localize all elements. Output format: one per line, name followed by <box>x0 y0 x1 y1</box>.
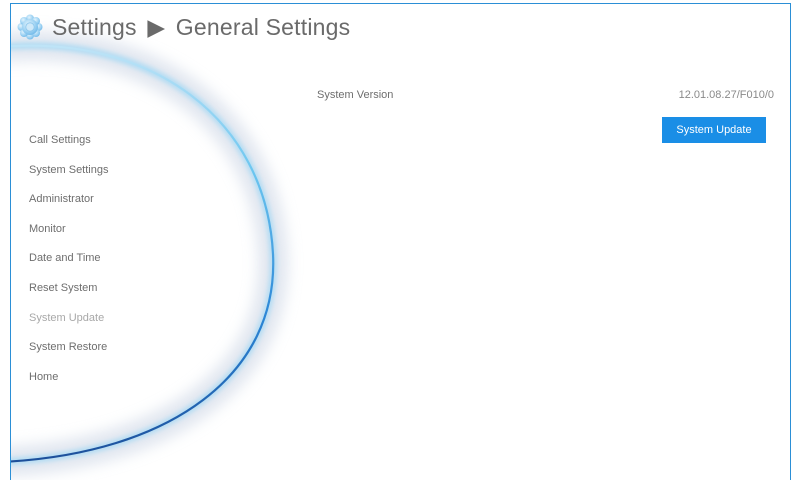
sidebar-item-home[interactable]: Home <box>29 363 108 393</box>
sidebar-item-system-update[interactable]: System Update <box>29 304 108 334</box>
page-title: Settings ▶ General Settings <box>52 14 350 41</box>
sidebar-item-monitor[interactable]: Monitor <box>29 215 108 245</box>
system-version-value: 12.01.08.27/F010/0 <box>678 89 774 101</box>
sidebar-item-reset-system[interactable]: Reset System <box>29 274 108 304</box>
sidebar-item-system-settings[interactable]: System Settings <box>29 156 108 186</box>
breadcrumb-separator-icon: ▶ <box>147 13 166 40</box>
breadcrumb-general-settings: General Settings <box>175 13 351 40</box>
breadcrumb-settings[interactable]: Settings <box>52 14 137 40</box>
sidebar-menu: Call Settings System Settings Administra… <box>29 126 108 392</box>
gear-flower-icon <box>17 14 43 40</box>
app-window: Settings ▶ General Settings Call Setting… <box>10 3 791 480</box>
sidebar-item-date-and-time[interactable]: Date and Time <box>29 244 108 274</box>
page-header: Settings ▶ General Settings <box>17 7 350 47</box>
decorative-arc <box>11 30 289 477</box>
system-update-button[interactable]: System Update <box>662 117 766 143</box>
sidebar-item-call-settings[interactable]: Call Settings <box>29 126 108 156</box>
sidebar-item-administrator[interactable]: Administrator <box>29 185 108 215</box>
sidebar-item-system-restore[interactable]: System Restore <box>29 333 108 363</box>
system-version-label: System Version <box>317 89 394 101</box>
